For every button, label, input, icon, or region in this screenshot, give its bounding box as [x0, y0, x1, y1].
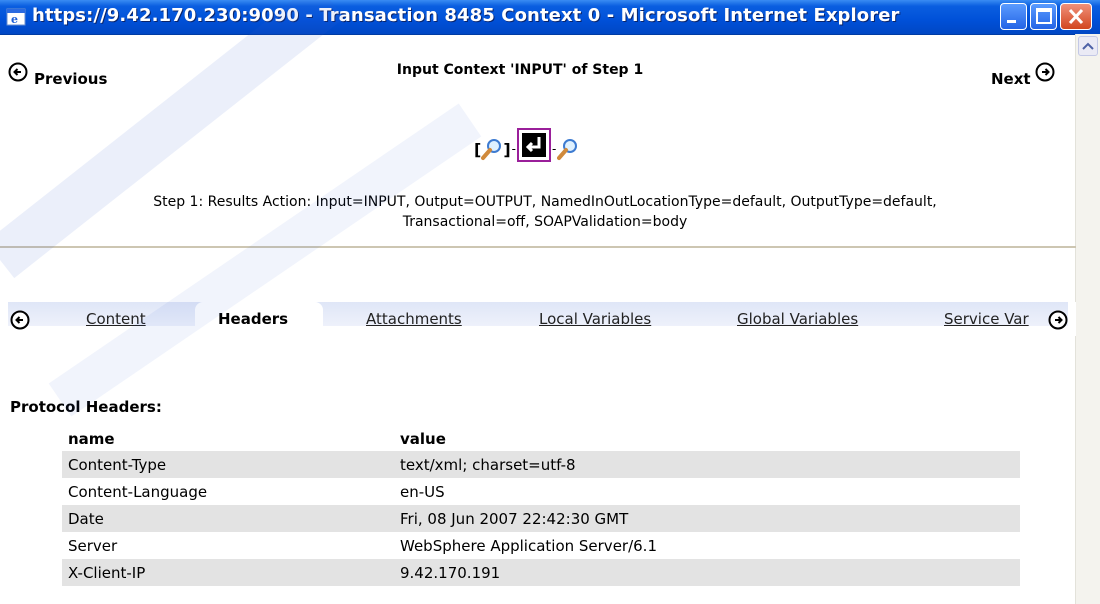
page-title: Input Context 'INPUT' of Step 1 — [396, 62, 644, 78]
table-row: Date Fri, 08 Jun 2007 22:42:30 GMT — [62, 505, 1020, 532]
arrow-right-circle-icon — [1035, 62, 1055, 82]
magnifier-icon[interactable] — [557, 138, 579, 162]
table-row: Content-Language en-US — [62, 478, 1020, 505]
protocol-headers-table: name value Content-Type text/xml; charse… — [62, 427, 1020, 586]
tab-headers[interactable]: Headers — [218, 310, 288, 328]
maximize-icon — [1036, 8, 1052, 24]
vertical-scrollbar[interactable] — [1075, 34, 1100, 604]
separator-dash: - — [551, 142, 557, 156]
column-header-value: value — [400, 430, 446, 448]
close-icon — [1068, 8, 1084, 25]
magnifier-icon[interactable] — [481, 138, 503, 162]
table-header-row: name value — [62, 427, 1020, 451]
header-value-cell: WebSphere Application Server/6.1 — [400, 536, 657, 555]
step-toolbar: [ ] - - — [474, 112, 579, 162]
scroll-up-button[interactable] — [1078, 36, 1098, 56]
chevron-up-icon — [1082, 42, 1094, 50]
divider — [0, 246, 1076, 248]
section-title: Protocol Headers: — [10, 398, 162, 416]
separator-dash: - — [511, 142, 516, 156]
tab-bar — [0, 302, 1076, 336]
header-value-cell: 9.42.170.191 — [394, 559, 1020, 586]
tab-attachments[interactable]: Attachments — [366, 310, 462, 328]
step-description-line: Transactional=off, SOAPValidation=body — [402, 214, 688, 230]
window-title: https://9.42.170.230:9090 - Transaction … — [32, 5, 900, 26]
step-description-line: Step 1: Results Action: Input=INPUT, Out… — [153, 194, 937, 210]
step-description: Step 1: Results Action: Input=INPUT, Out… — [30, 192, 1060, 232]
header-name-cell: X-Client-IP — [62, 559, 394, 586]
table-row: X-Client-IP 9.42.170.191 — [62, 559, 1020, 586]
header-name-cell: Server — [68, 536, 118, 555]
tab-local-variables[interactable]: Local Variables — [539, 310, 651, 328]
tab-content[interactable]: Content — [86, 310, 146, 328]
maximize-button[interactable] — [1030, 3, 1057, 30]
close-bracket: ] — [503, 140, 511, 159]
window-title-bar: e https://9.42.170.230:9090 - Transactio… — [0, 0, 1100, 35]
table-row: Server WebSphere Application Server/6.1 — [62, 532, 1020, 559]
header-value-cell: text/xml; charset=utf-8 — [394, 451, 1020, 478]
open-bracket: [ — [474, 140, 482, 159]
close-button[interactable] — [1060, 3, 1092, 30]
tab-global-variables[interactable]: Global Variables — [737, 310, 858, 328]
header-value-cell: en-US — [400, 482, 445, 501]
internet-explorer-icon: e — [6, 8, 26, 26]
next-link[interactable]: Next — [991, 56, 1055, 88]
header-name-cell: Date — [62, 505, 394, 532]
arrow-left-circle-icon[interactable] — [10, 310, 30, 330]
header-name-cell: Content-Type — [62, 451, 394, 478]
column-header-name: name — [68, 430, 115, 448]
header-name-cell: Content-Language — [68, 482, 208, 501]
svg-text:e: e — [11, 13, 18, 26]
next-label: Next — [991, 70, 1031, 88]
tab-service-variables[interactable]: Service Var — [944, 310, 1029, 328]
minimize-button[interactable] — [1000, 3, 1027, 30]
enter-input-icon[interactable] — [516, 128, 551, 162]
header-value-cell: Fri, 08 Jun 2007 22:42:30 GMT — [394, 505, 1020, 532]
minimize-icon — [1007, 20, 1016, 23]
arrow-right-circle-icon[interactable] — [1048, 310, 1068, 330]
table-row: Content-Type text/xml; charset=utf-8 — [62, 451, 1020, 478]
